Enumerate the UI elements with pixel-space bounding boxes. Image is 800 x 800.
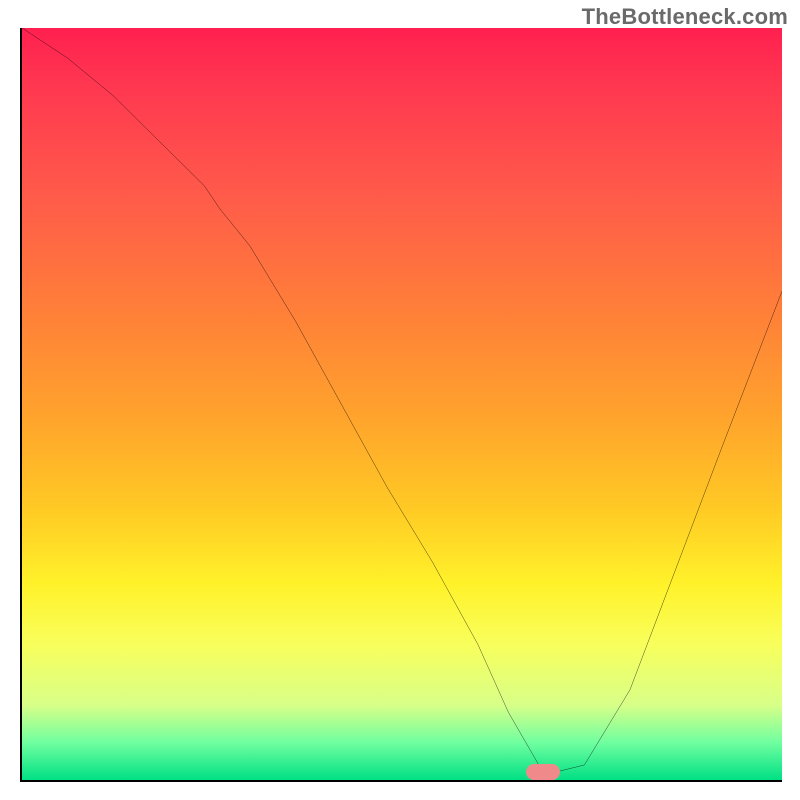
chart-container: TheBottleneck.com	[0, 0, 800, 800]
watermark-text: TheBottleneck.com	[582, 4, 788, 30]
plot-area	[20, 28, 782, 782]
bottleneck-curve	[22, 28, 782, 780]
minimum-marker-icon	[526, 764, 560, 780]
